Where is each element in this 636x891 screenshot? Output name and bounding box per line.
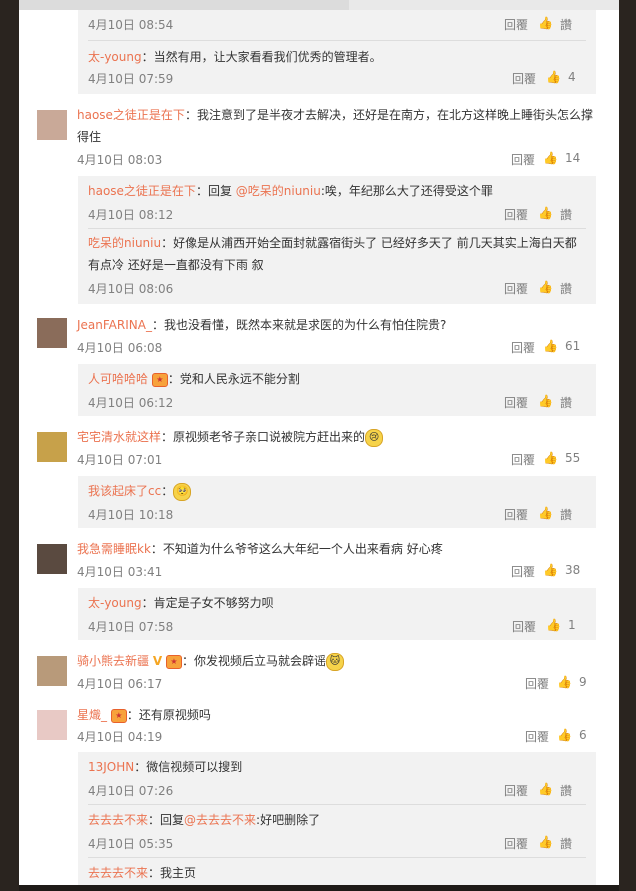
thumbs-up-icon: 👍 xyxy=(557,728,572,742)
avatar[interactable] xyxy=(37,710,67,740)
username-link[interactable]: 去去去不来 xyxy=(88,866,148,880)
right-background xyxy=(619,0,636,891)
username-link[interactable]: haose之徒正是在下 xyxy=(77,108,185,122)
reply-box: 人可哈哈哈 ★ ：党和人民永远不能分割 4月10日 06:12 回覆 👍 讚 xyxy=(78,364,596,416)
top-scroll-bar xyxy=(19,0,619,10)
mention-link[interactable]: @去去去不来 xyxy=(184,813,256,827)
thumbs-up-icon: 👍 xyxy=(543,339,558,353)
left-background xyxy=(0,0,19,891)
thumbs-up-icon: 👍 xyxy=(543,451,558,465)
reply-button[interactable]: 回覆 xyxy=(504,506,528,523)
avatar[interactable] xyxy=(37,544,67,574)
member-badge-icon: ★ xyxy=(110,708,127,723)
reply-button[interactable]: 回覆 xyxy=(511,451,535,468)
timestamp: 4月10日 06:17 xyxy=(77,677,163,691)
timestamp: 4月10日 08:12 xyxy=(88,208,174,222)
reply-button[interactable]: 回覆 xyxy=(511,151,535,168)
reply-item: 人可哈哈哈 ★ ：党和人民永远不能分割 4月10日 06:12 回覆 👍 讚 xyxy=(88,372,573,410)
thumbs-up-icon: 👍 xyxy=(538,16,553,30)
thumbs-up-icon: 👍 xyxy=(538,280,553,294)
username-link[interactable]: 人可哈哈哈 xyxy=(88,372,148,386)
timestamp: 4月10日 07:58 xyxy=(88,620,174,634)
reply-item: 13JOHN：微信视频可以搜到 4月10日 07:26 回覆 👍 讚 xyxy=(88,760,573,798)
username-link[interactable]: 太-young xyxy=(88,596,142,610)
timestamp: 4月10日 07:01 xyxy=(77,453,163,467)
reply-item: 吃呆的niuniu：好像是从浦西开始全面封就露宿街头了 已经好多天了 前几天其实… xyxy=(88,236,577,296)
comments-panel: 4月10日 08:54 回覆 👍 讚 太-young：当然有用，让大家看看我们优… xyxy=(19,0,619,891)
crying-emoji-icon: 😢 xyxy=(365,428,384,447)
member-badge-icon: ★ xyxy=(165,654,182,669)
username-link[interactable]: 我急需睡眠kk xyxy=(77,542,151,556)
username-link[interactable]: 太-young xyxy=(88,50,142,64)
thumbs-up-icon: 👍 xyxy=(538,835,553,849)
mention-link[interactable]: @吃呆的niuniu xyxy=(236,184,321,198)
thumbs-up-icon: 👍 xyxy=(538,394,553,408)
avatar[interactable] xyxy=(37,432,67,462)
reply-item: 去去去不来：我主页 xyxy=(88,866,197,880)
username-link[interactable]: 宅宅清水就这样 xyxy=(77,430,161,444)
reply-button[interactable]: 回覆 xyxy=(512,618,536,635)
reply-item: 我该起床了cc： 🥺 4月10日 10:18 回覆 👍 讚 xyxy=(88,482,573,522)
username-link[interactable]: JeanFARINA_ xyxy=(77,318,152,332)
username-link[interactable]: 我该起床了cc xyxy=(88,484,161,498)
reply-meta: 4月10日 08:54 回覆 👍 讚 xyxy=(88,16,573,33)
reply-button[interactable]: 回覆 xyxy=(504,280,528,297)
username-link[interactable]: 星熾_ xyxy=(77,708,107,722)
thumbs-up-icon: 👍 xyxy=(546,70,561,84)
reply-button[interactable]: 回覆 xyxy=(511,339,535,356)
reply-button[interactable]: 回覆 xyxy=(504,16,528,33)
reply-item: haose之徒正是在下：回复 @吃呆的niuniu:唉，年纪那么大了还得受这个罪… xyxy=(88,184,573,222)
bottom-bar xyxy=(19,885,619,891)
reply-button[interactable]: 回覆 xyxy=(511,563,535,580)
timestamp: 4月10日 07:59 xyxy=(88,72,174,86)
username-link[interactable]: 骑小熊去新疆 xyxy=(77,654,149,668)
avatar[interactable] xyxy=(37,110,67,140)
timestamp: 4月10日 07:26 xyxy=(88,784,174,798)
timestamp: 4月10日 08:03 xyxy=(77,153,163,167)
reply-button[interactable]: 回覆 xyxy=(525,728,549,745)
reply-button[interactable]: 回覆 xyxy=(504,782,528,799)
reply-item: 去去去不来：回复@去去去不来:好吧删除了 4月10日 05:35 回覆 👍 讚 xyxy=(88,813,573,851)
thumbs-up-icon: 👍 xyxy=(557,675,572,689)
reply-button[interactable]: 回覆 xyxy=(504,206,528,223)
reply-button[interactable]: 回覆 xyxy=(525,675,549,692)
reply-box: haose之徒正是在下：回复 @吃呆的niuniu:唉，年纪那么大了还得受这个罪… xyxy=(78,176,596,304)
timestamp: 4月10日 06:12 xyxy=(88,396,174,410)
reply-item: 太-young：当然有用，让大家看看我们优秀的管理者。 4月10日 07:59 … xyxy=(88,50,576,86)
timestamp: 4月10日 08:54 xyxy=(88,18,174,32)
thumbs-up-icon: 👍 xyxy=(543,151,558,165)
reply-button[interactable]: 回覆 xyxy=(512,70,536,87)
member-badge-icon: ★ xyxy=(151,372,168,387)
timestamp: 4月10日 08:06 xyxy=(88,282,174,296)
timestamp: 4月10日 06:08 xyxy=(77,341,163,355)
pleading-emoji-icon: 🥺 xyxy=(173,482,192,501)
username-link[interactable]: 吃呆的niuniu xyxy=(88,236,161,250)
reply-box: 4月10日 08:54 回覆 👍 讚 太-young：当然有用，让大家看看我们优… xyxy=(78,10,596,94)
timestamp: 4月10日 10:18 xyxy=(88,508,174,522)
reply-button[interactable]: 回覆 xyxy=(504,835,528,852)
username-link[interactable]: haose之徒正是在下 xyxy=(88,184,196,198)
username-link[interactable]: 去去去不来 xyxy=(88,813,148,827)
reply-box: 13JOHN：微信视频可以搜到 4月10日 07:26 回覆 👍 讚 去去去不来：… xyxy=(78,752,596,891)
timestamp: 4月10日 03:41 xyxy=(77,565,163,579)
timestamp: 4月10日 04:19 xyxy=(77,730,163,744)
reply-box: 太-young：肯定是子女不够努力呗 4月10日 07:58 回覆 👍 1 xyxy=(78,588,596,640)
avatar[interactable] xyxy=(37,318,67,348)
thumbs-up-icon: 👍 xyxy=(543,563,558,577)
reply-text: ：当然有用，让大家看看我们优秀的管理者。 xyxy=(141,50,382,64)
username-link[interactable]: 13JOHN xyxy=(88,760,134,774)
thumbs-up-icon: 👍 xyxy=(538,782,553,796)
reply-item: 太-young：肯定是子女不够努力呗 4月10日 07:58 回覆 👍 1 xyxy=(88,596,576,634)
verified-icon: V xyxy=(152,654,163,668)
timestamp: 4月10日 05:35 xyxy=(88,837,174,851)
thumbs-up-icon: 👍 xyxy=(538,206,553,220)
cat-emoji-icon: 🐱 xyxy=(325,652,344,671)
thumbs-up-icon: 👍 xyxy=(546,618,561,632)
thumbs-up-icon: 👍 xyxy=(538,506,553,520)
reply-button[interactable]: 回覆 xyxy=(504,394,528,411)
avatar[interactable] xyxy=(37,656,67,686)
reply-box: 我该起床了cc： 🥺 4月10日 10:18 回覆 👍 讚 xyxy=(78,476,596,528)
